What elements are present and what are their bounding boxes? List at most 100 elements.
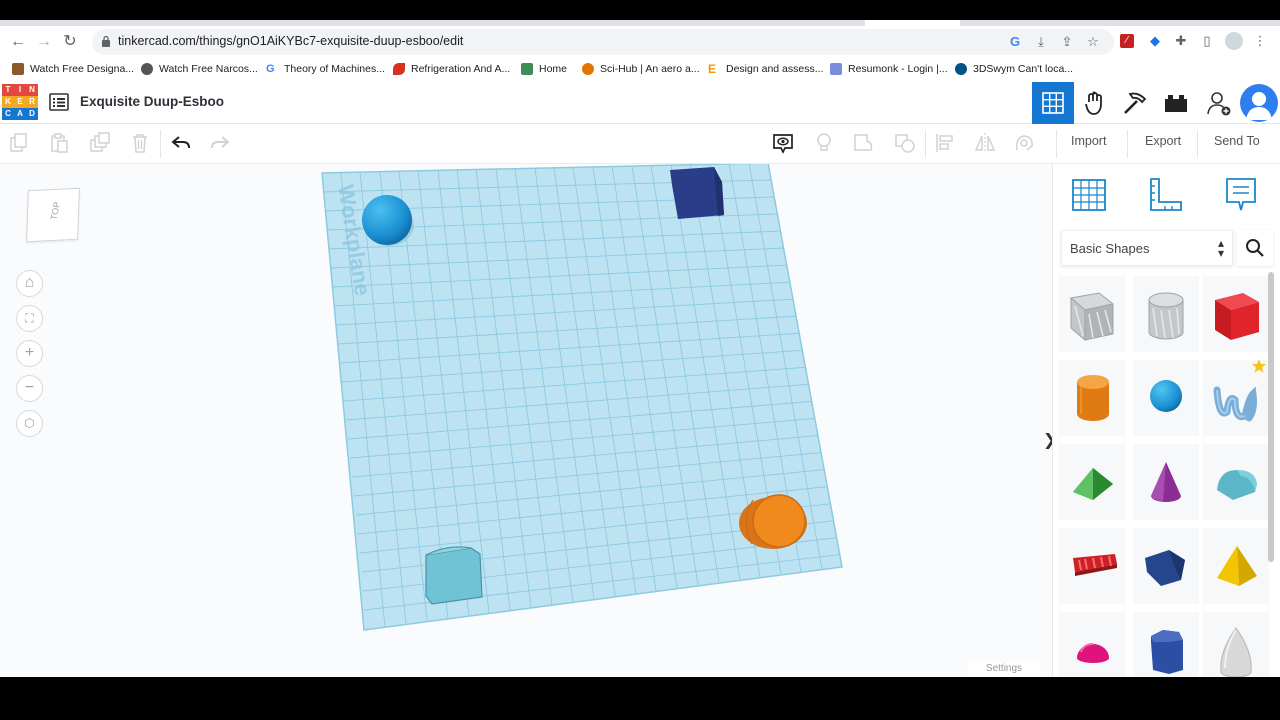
shape-tile-wedge[interactable]: [1133, 528, 1199, 604]
paraboloid-shape-icon: [1220, 627, 1252, 678]
shape-tile-pyramid[interactable]: [1203, 528, 1269, 604]
bookmark-label: Resumonk - Login |...: [848, 63, 948, 75]
bookmark-item[interactable]: Home: [521, 61, 567, 77]
bookmark-item[interactable]: Sci-Hub | An aero a...: [582, 61, 700, 77]
shape-search-button[interactable]: [1237, 230, 1273, 266]
chrome-menu-icon[interactable]: ⋮: [1251, 32, 1269, 50]
shape-tile-scribble[interactable]: [1203, 359, 1269, 436]
shape-tile-sphere[interactable]: [1133, 360, 1199, 436]
pdf-extension-icon[interactable]: ⁄: [1120, 34, 1134, 48]
url-text[interactable]: tinkercad.com/things/gnO1AiKYBc7-exquisi…: [118, 34, 463, 48]
workplane-tool-icon[interactable]: [1071, 176, 1107, 214]
send-to-button[interactable]: Send To: [1214, 134, 1260, 148]
logo-letter: D: [26, 108, 38, 120]
resumonk-icon: [830, 63, 842, 75]
video-letterbox: [0, 677, 1280, 720]
bookmark-star-icon[interactable]: ☆: [1084, 33, 1102, 51]
app-header: T I N K E R C A D Exquisite Duup-Esboo: [0, 82, 1280, 124]
side-panel-icon[interactable]: ▯: [1198, 32, 1216, 50]
3dswym-icon: [955, 63, 967, 75]
bookmark-label: Theory of Machines...: [284, 63, 385, 75]
back-icon[interactable]: ←: [8, 32, 28, 52]
workspace-canvas[interactable]: TOP ⌂ ⛶ + − ⬡ Workplane Settings: [0, 164, 1052, 677]
film-icon: [12, 63, 24, 75]
settings-button[interactable]: Settings: [968, 663, 1040, 677]
tab-strip: [0, 20, 1280, 26]
install-app-icon[interactable]: ⤓: [1032, 33, 1050, 51]
ruler-icon[interactable]: [1147, 176, 1183, 214]
omnibox[interactable]: tinkercad.com/things/gnO1AiKYBc7-exquisi…: [92, 29, 1114, 55]
forward-icon[interactable]: →: [34, 32, 54, 52]
redo-icon[interactable]: [209, 132, 231, 154]
bookmark-label: Watch Free Designa...: [30, 63, 135, 75]
import-button[interactable]: Import: [1071, 134, 1106, 148]
notes-visibility-icon[interactable]: [772, 132, 794, 154]
invite-user-button[interactable]: [1198, 82, 1240, 124]
box-hole-icon: [1069, 292, 1115, 342]
shapes-panel-scrollbar[interactable]: [1268, 272, 1274, 562]
bookmark-item[interactable]: Watch Free Designa...: [12, 61, 134, 77]
shape-tile-cone[interactable]: [1133, 444, 1199, 520]
design-list-icon[interactable]: [49, 93, 69, 111]
workplane-scene[interactable]: Workplane: [0, 164, 1052, 677]
panel-collapse-icon[interactable]: ❯: [1043, 430, 1052, 450]
bookmark-item[interactable]: Watch Free Narcos...: [141, 61, 258, 77]
light-bulb-icon[interactable]: [813, 132, 835, 154]
shape-tile-cylinder-hole[interactable]: [1133, 276, 1199, 352]
export-button[interactable]: Export: [1145, 134, 1181, 148]
delete-icon[interactable]: [129, 132, 151, 154]
bookmark-item[interactable]: E Design and assess...: [708, 61, 823, 77]
share-icon[interactable]: ⇪: [1058, 33, 1076, 51]
extension-blue-icon[interactable]: ◆: [1146, 32, 1164, 50]
reload-icon[interactable]: ↻: [60, 32, 80, 52]
address-bar-row: ← → ↻ tinkercad.com/things/gnO1AiKYBc7-e…: [0, 28, 1280, 56]
shape-tile-box-hole[interactable]: [1059, 276, 1125, 352]
shape-tile-text[interactable]: [1059, 528, 1125, 604]
3d-design-view-button[interactable]: [1032, 82, 1074, 124]
select-arrows-icon: ▴ ▾: [1217, 236, 1224, 260]
logo-letter: K: [2, 96, 14, 108]
shape-tile-box[interactable]: [1203, 276, 1269, 352]
copy-icon[interactable]: [8, 132, 30, 154]
bookmark-item[interactable]: G Theory of Machines...: [266, 61, 385, 77]
mirror-icon[interactable]: [974, 132, 996, 154]
logo-letter: C: [2, 108, 14, 120]
bookmark-item[interactable]: Resumonk - Login |...: [830, 61, 948, 77]
align-icon[interactable]: [934, 132, 956, 154]
round-roof-object[interactable]: [425, 546, 483, 605]
lock-icon: [102, 35, 110, 47]
polygon-shape-icon: [1151, 630, 1183, 674]
grid-view-icon: [1042, 92, 1064, 114]
undo-icon[interactable]: [170, 132, 192, 154]
bricks-button[interactable]: [1114, 82, 1156, 124]
shape-tile-round-roof[interactable]: [1203, 444, 1269, 520]
box-object[interactable]: [670, 167, 724, 219]
blocks-icon: [1165, 95, 1187, 112]
shape-tile-cylinder[interactable]: [1059, 360, 1125, 436]
active-tab[interactable]: [865, 20, 960, 26]
bookmark-label: 3DSwym Can't loca...: [973, 63, 1074, 75]
sphere-shape-icon: [1150, 380, 1182, 412]
bookmark-item[interactable]: Refrigeration And A...: [393, 61, 510, 77]
sim-lab-button[interactable]: [1074, 82, 1116, 124]
ungroup-icon[interactable]: [894, 132, 916, 154]
cruise-icon[interactable]: [1013, 132, 1035, 154]
user-icon: [1246, 92, 1272, 120]
group-icon[interactable]: [853, 132, 875, 154]
bookmark-item[interactable]: 3DSwym Can't loca...: [955, 61, 1073, 77]
logo-letter: T: [2, 84, 14, 96]
shape-category-select[interactable]: Basic Shapes ▴ ▾: [1061, 230, 1233, 266]
paste-icon[interactable]: [48, 132, 70, 154]
google-translate-icon[interactable]: G: [1006, 33, 1024, 51]
notes-icon[interactable]: [1223, 176, 1259, 214]
blocks-button[interactable]: [1155, 82, 1197, 124]
duplicate-icon[interactable]: [89, 132, 111, 154]
profile-icon[interactable]: [1225, 32, 1243, 50]
e-icon: E: [708, 62, 717, 76]
design-title[interactable]: Exquisite Duup-Esboo: [80, 94, 224, 109]
extensions-puzzle-icon[interactable]: ✚: [1172, 32, 1190, 50]
bookmark-label: Watch Free Narcos...: [159, 63, 258, 75]
shape-tile-roof[interactable]: [1059, 444, 1125, 520]
tinkercad-logo[interactable]: T I N K E R C A D: [2, 84, 38, 120]
avatar[interactable]: [1240, 84, 1278, 122]
